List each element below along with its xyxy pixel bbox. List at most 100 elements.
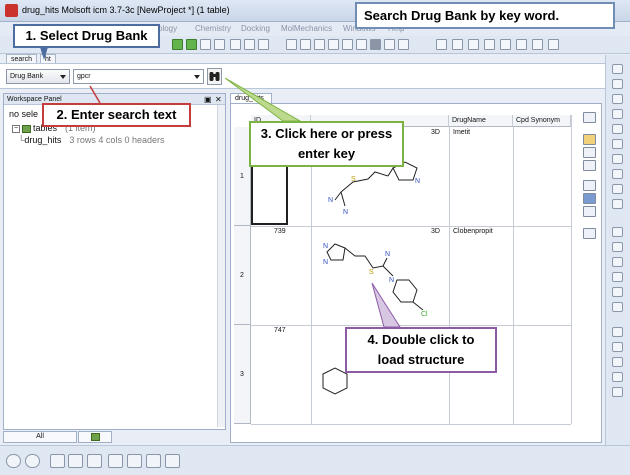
vertical-scrollbar[interactable] [217,105,225,427]
settings-icon[interactable] [108,454,123,468]
cell-drugname[interactable]: Clobenpropit [453,228,493,235]
table-side-toolbar [583,112,599,412]
terminal-icon[interactable] [50,454,65,468]
view-5-icon[interactable] [612,387,623,397]
tool-f-icon[interactable] [612,199,623,209]
column-header-drugname[interactable]: DrugName [449,115,513,127]
view-cards-icon[interactable] [583,193,596,204]
rotate-icon[interactable] [612,79,623,89]
cell-id[interactable]: 747 [274,327,286,334]
cell-drugname[interactable]: Imetit [453,129,470,136]
chemistry-icon[interactable] [314,39,325,50]
clip-icon[interactable] [612,124,623,134]
align-7-icon[interactable] [532,39,543,50]
align-3-icon[interactable] [468,39,479,50]
tab-drug-hits[interactable]: drug_hits [230,93,272,103]
square-icon[interactable] [612,154,623,164]
edit-icon[interactable] [583,112,596,123]
zoom-icon[interactable] [612,109,623,119]
view-table-icon[interactable] [583,180,596,191]
copy-table-icon[interactable] [186,39,197,50]
undock-icon[interactable]: ▣ [204,94,212,105]
search-input[interactable]: gpcr [73,69,204,84]
color-icon[interactable] [384,39,395,50]
network-icon[interactable] [165,454,180,468]
axis-5-icon[interactable] [612,287,623,297]
pencil-icon[interactable] [583,134,596,145]
tool-e-icon[interactable] [612,184,623,194]
undo-icon[interactable] [612,169,623,179]
atom-label: N [343,209,348,216]
atom-label: Cl [421,311,428,318]
record-icon[interactable] [25,454,40,468]
column-header-synonym[interactable]: Cpd Synonym [513,115,571,127]
eraser-icon[interactable] [612,139,623,149]
align-5-icon[interactable] [500,39,511,50]
plot-icon[interactable] [583,228,596,239]
menu-item-docking[interactable]: Docking [241,24,270,33]
tool-b-icon[interactable] [230,39,241,50]
axis-6-icon[interactable] [612,302,623,312]
wand-icon[interactable] [398,39,409,50]
menu-item-molmechanics[interactable]: MolMechanics [281,24,332,33]
tab-all[interactable]: All [3,431,77,443]
view-3-icon[interactable] [612,357,623,367]
grid-icon[interactable] [328,39,339,50]
row-header[interactable]: 2 [234,226,251,325]
layout-icon[interactable] [87,454,102,468]
view-4-icon[interactable] [612,372,623,382]
axis-1-icon[interactable] [612,227,623,237]
column-divider [571,115,572,424]
view-grid-icon[interactable] [583,206,596,217]
camera-icon[interactable] [127,454,142,468]
display-icon[interactable] [146,454,161,468]
align-4-icon[interactable] [484,39,495,50]
callout-step3-line2: enter key [297,146,356,161]
folder-icon [22,124,31,133]
refresh-icon[interactable] [612,64,623,74]
binoculars-icon[interactable] [583,147,596,158]
box-icon[interactable] [342,39,353,50]
column-divider [311,127,312,424]
reference-icon[interactable] [200,39,211,50]
callout-step3-line1: 3. Click here or press [260,126,393,141]
tree-item-info: 3 rows 4 cols 0 headers [69,135,165,145]
add-table-icon[interactable] [172,39,183,50]
menu-item-biology[interactable]: ology [158,24,177,33]
tab-tables[interactable] [78,431,112,443]
align-2-icon[interactable] [452,39,463,50]
sphere-icon[interactable] [370,39,381,50]
molecule-clobenpropit[interactable]: N N S N N Cl [313,232,443,324]
move-icon[interactable] [612,94,623,104]
cell-id[interactable]: 739 [274,228,286,235]
chevron-down-icon [194,75,200,79]
search-button[interactable] [207,68,222,85]
tool-c-icon[interactable] [244,39,255,50]
callout-title: Search Drug Bank by key word. [355,2,615,29]
search-bar: Drug Bank gpcr [0,63,630,89]
scissors-icon[interactable] [300,39,311,50]
tree-item-drug-hits[interactable]: └drug_hits 3 rows 4 cols 0 headers [18,135,164,145]
folder-icon [90,433,100,441]
panel-icon[interactable] [68,454,83,468]
callout-step3: 3. Click here or press enter key [249,121,404,167]
align-1-icon[interactable] [436,39,447,50]
view-1-icon[interactable] [612,327,623,337]
database-select[interactable]: Drug Bank [6,69,70,84]
align-6-icon[interactable] [516,39,527,50]
axis-4-icon[interactable] [612,272,623,282]
tool-a-icon[interactable] [214,39,225,50]
axis-2-icon[interactable] [612,242,623,252]
collapse-icon[interactable]: − [12,124,20,133]
stop-icon[interactable] [6,454,21,468]
align-8-icon[interactable] [548,39,559,50]
axis-3-icon[interactable] [612,257,623,267]
close-icon[interactable]: ✕ [215,94,222,105]
text-icon[interactable] [356,39,367,50]
menu-item-chemistry[interactable]: Chemistry [195,24,231,33]
view-2-icon[interactable] [612,342,623,352]
tool-d-icon[interactable] [258,39,269,50]
flip-icon[interactable] [583,160,596,171]
fds-icon[interactable] [286,39,297,50]
row-header[interactable]: 3 [234,325,251,424]
